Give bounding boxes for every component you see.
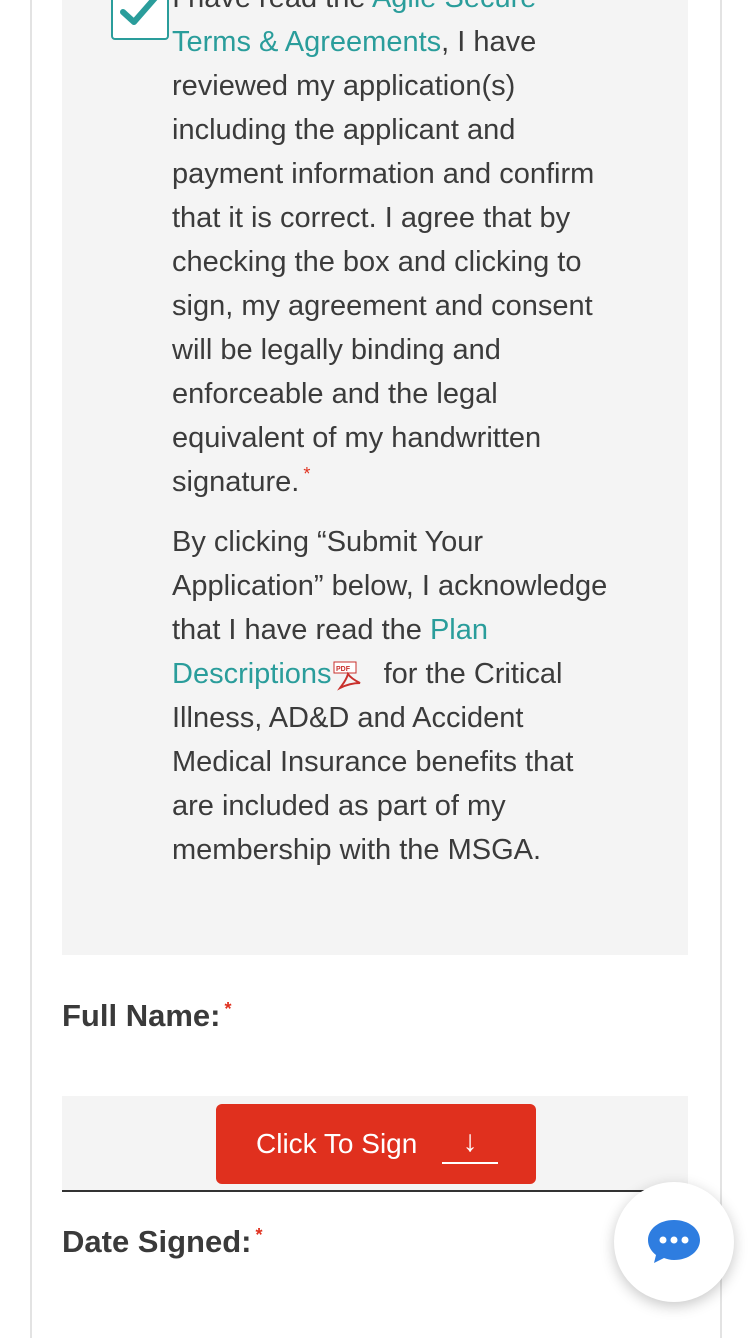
date-signed-label-text: Date Signed: (62, 1224, 252, 1259)
chat-button[interactable] (614, 1182, 734, 1302)
acknowledgement-text: By clicking “Submit Your Application” be… (172, 520, 617, 872)
svg-text:PDF: PDF (336, 666, 351, 673)
full-name-label: Full Name: * (62, 998, 231, 1034)
pdf-icon[interactable]: PDF (332, 660, 366, 691)
consent-text-body: , I have reviewed my application(s) incl… (172, 26, 595, 498)
date-signed-label: Date Signed: * (62, 1224, 262, 1260)
sign-button-label: Click To Sign (256, 1128, 418, 1159)
acknowledgement-prefix: By clicking “Submit Your Application” be… (172, 526, 608, 646)
required-asterisk: * (303, 464, 311, 485)
required-asterisk: * (224, 998, 232, 1019)
full-name-label-text: Full Name: (62, 998, 221, 1033)
click-to-sign-button[interactable]: Click To Sign ↓ (216, 1104, 536, 1184)
consent-text-prefix: I have read the (172, 0, 372, 14)
check-icon (120, 0, 158, 25)
consent-text: I have read the Agile Secure Terms & Agr… (172, 0, 617, 504)
agree-checkbox[interactable] (111, 0, 169, 40)
chat-bubble-icon (648, 1220, 700, 1263)
arrow-down-icon: ↓ (442, 1122, 498, 1164)
required-asterisk: * (255, 1224, 263, 1245)
